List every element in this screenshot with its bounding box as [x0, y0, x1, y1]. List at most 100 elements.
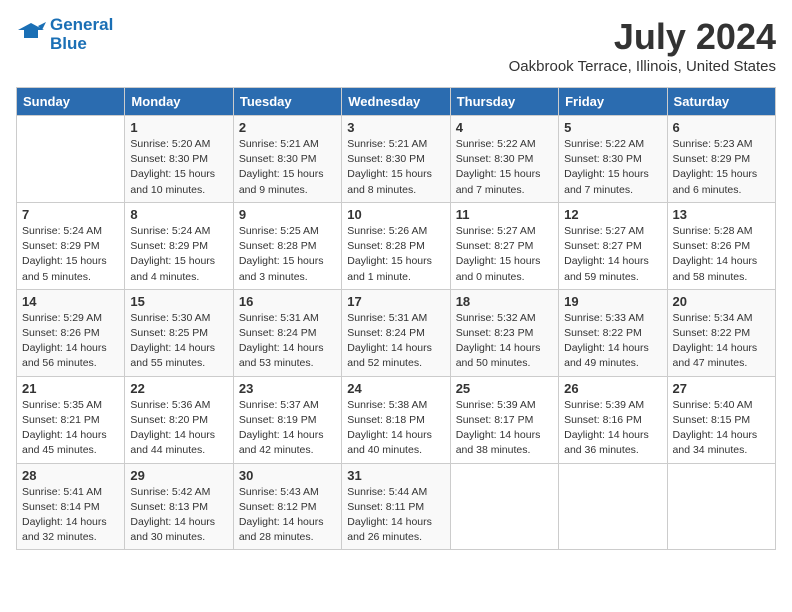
cell-detail: Daylight: 14 hours and 47 minutes.	[673, 341, 770, 371]
cell-detail: Sunset: 8:27 PM	[564, 239, 661, 254]
cell-detail: Daylight: 14 hours and 49 minutes.	[564, 341, 661, 371]
calendar-cell: 15 Sunrise: 5:30 AMSunset: 8:25 PMDayligh…	[125, 289, 233, 376]
day-number: 30	[239, 468, 336, 483]
cell-detail: Daylight: 15 hours and 7 minutes.	[456, 167, 553, 197]
cell-detail: Sunset: 8:16 PM	[564, 413, 661, 428]
cell-detail: Daylight: 15 hours and 3 minutes.	[239, 254, 336, 284]
calendar-cell	[667, 463, 775, 550]
cell-detail: Sunrise: 5:27 AM	[564, 224, 661, 239]
cell-detail: Daylight: 14 hours and 59 minutes.	[564, 254, 661, 284]
cell-info: Sunrise: 5:24 AMSunset: 8:29 PMDaylight:…	[130, 224, 227, 285]
cell-info: Sunrise: 5:38 AMSunset: 8:18 PMDaylight:…	[347, 398, 444, 459]
cell-detail: Daylight: 15 hours and 9 minutes.	[239, 167, 336, 197]
cell-detail: Sunrise: 5:39 AM	[564, 398, 661, 413]
cell-info: Sunrise: 5:43 AMSunset: 8:12 PMDaylight:…	[239, 485, 336, 546]
cell-detail: Daylight: 15 hours and 4 minutes.	[130, 254, 227, 284]
cell-detail: Sunset: 8:26 PM	[673, 239, 770, 254]
calendar-cell: 29Sunrise: 5:42 AMSunset: 8:13 PMDayligh…	[125, 463, 233, 550]
cell-info: Sunrise: 5:37 AMSunset: 8:19 PMDaylight:…	[239, 398, 336, 459]
cell-detail: Sunrise: 5:44 AM	[347, 485, 444, 500]
cell-detail: Daylight: 14 hours and 34 minutes.	[673, 428, 770, 458]
cell-detail: Sunrise: 5:31 AM	[239, 311, 336, 326]
cell-detail: Daylight: 14 hours and 56 minutes.	[22, 341, 119, 371]
cell-detail: Daylight: 15 hours and 10 minutes.	[130, 167, 227, 197]
cell-detail: Sunset: 8:25 PM	[130, 326, 227, 341]
cell-info: Sunrise: 5:20 AMSunset: 8:30 PMDaylight:…	[130, 137, 227, 198]
cell-detail: Sunrise: 5:36 AM	[130, 398, 227, 413]
calendar-cell: 16Sunrise: 5:31 AMSunset: 8:24 PMDayligh…	[233, 289, 341, 376]
cell-detail: Daylight: 14 hours and 42 minutes.	[239, 428, 336, 458]
page-header: General Blue July 2024 Oakbrook Terrace,…	[16, 16, 776, 75]
cell-detail: Sunset: 8:29 PM	[130, 239, 227, 254]
cell-detail: Daylight: 15 hours and 8 minutes.	[347, 167, 444, 197]
cell-info: Sunrise: 5:27 AMSunset: 8:27 PMDaylight:…	[456, 224, 553, 285]
day-number: 2	[239, 120, 336, 135]
cell-detail: Sunrise: 5:31 AM	[347, 311, 444, 326]
cell-info: Sunrise: 5:31 AMSunset: 8:24 PMDaylight:…	[347, 311, 444, 372]
calendar-cell: 22Sunrise: 5:36 AMSunset: 8:20 PMDayligh…	[125, 376, 233, 463]
cell-info: Sunrise: 5:39 AMSunset: 8:16 PMDaylight:…	[564, 398, 661, 459]
cell-detail: Daylight: 14 hours and 55 minutes.	[130, 341, 227, 371]
day-number: 14	[22, 294, 119, 309]
day-number: 28	[22, 468, 119, 483]
col-header-wednesday: Wednesday	[342, 88, 450, 116]
calendar-cell: 24Sunrise: 5:38 AMSunset: 8:18 PMDayligh…	[342, 376, 450, 463]
cell-detail: Sunset: 8:28 PM	[347, 239, 444, 254]
calendar-cell: 1Sunrise: 5:20 AMSunset: 8:30 PMDaylight…	[125, 116, 233, 203]
day-number: 10	[347, 207, 444, 222]
cell-info: Sunrise: 5:21 AMSunset: 8:30 PMDaylight:…	[347, 137, 444, 198]
cell-detail: Sunset: 8:30 PM	[239, 152, 336, 167]
calendar-cell: 9Sunrise: 5:25 AMSunset: 8:28 PMDaylight…	[233, 202, 341, 289]
day-number: 11	[456, 207, 553, 222]
cell-detail: Sunset: 8:30 PM	[130, 152, 227, 167]
week-row-2: 7 Sunrise: 5:24 AMSunset: 8:29 PMDaylight…	[17, 202, 776, 289]
cell-detail: Sunset: 8:13 PM	[130, 500, 227, 515]
day-number: 15	[130, 294, 227, 309]
cell-detail: Daylight: 14 hours and 52 minutes.	[347, 341, 444, 371]
cell-detail: Sunset: 8:20 PM	[130, 413, 227, 428]
cell-detail: Sunset: 8:15 PM	[673, 413, 770, 428]
week-row-1: 1Sunrise: 5:20 AMSunset: 8:30 PMDaylight…	[17, 116, 776, 203]
calendar-cell: 8Sunrise: 5:24 AMSunset: 8:29 PMDaylight…	[125, 202, 233, 289]
calendar-cell: 17Sunrise: 5:31 AMSunset: 8:24 PMDayligh…	[342, 289, 450, 376]
cell-detail: Daylight: 15 hours and 5 minutes.	[22, 254, 119, 284]
day-number: 31	[347, 468, 444, 483]
cell-detail: Daylight: 14 hours and 44 minutes.	[130, 428, 227, 458]
cell-detail: Daylight: 15 hours and 6 minutes.	[673, 167, 770, 197]
cell-info: Sunrise: 5:42 AMSunset: 8:13 PMDaylight:…	[130, 485, 227, 546]
col-header-tuesday: Tuesday	[233, 88, 341, 116]
cell-detail: Sunrise: 5:28 AM	[673, 224, 770, 239]
cell-detail: Sunrise: 5:43 AM	[239, 485, 336, 500]
day-number: 26	[564, 381, 661, 396]
calendar-cell: 25Sunrise: 5:39 AMSunset: 8:17 PMDayligh…	[450, 376, 558, 463]
calendar-cell: 19Sunrise: 5:33 AMSunset: 8:22 PMDayligh…	[559, 289, 667, 376]
cell-detail: Sunset: 8:29 PM	[673, 152, 770, 167]
cell-info: Sunrise: 5:22 AMSunset: 8:30 PMDaylight:…	[456, 137, 553, 198]
day-number: 7	[22, 207, 119, 222]
calendar-cell: 20Sunrise: 5:34 AMSunset: 8:22 PMDayligh…	[667, 289, 775, 376]
cell-detail: Daylight: 14 hours and 38 minutes.	[456, 428, 553, 458]
calendar-cell: 28Sunrise: 5:41 AMSunset: 8:14 PMDayligh…	[17, 463, 125, 550]
cell-info: Sunrise: 5:25 AMSunset: 8:28 PMDaylight:…	[239, 224, 336, 285]
calendar-cell: 23Sunrise: 5:37 AMSunset: 8:19 PMDayligh…	[233, 376, 341, 463]
calendar-cell	[17, 116, 125, 203]
cell-detail: Sunset: 8:30 PM	[456, 152, 553, 167]
week-row-3: 14 Sunrise: 5:29 AMSunset: 8:26 PMDayligh…	[17, 289, 776, 376]
week-row-5: 28Sunrise: 5:41 AMSunset: 8:14 PMDayligh…	[17, 463, 776, 550]
cell-detail: Sunset: 8:17 PM	[456, 413, 553, 428]
day-number: 6	[673, 120, 770, 135]
calendar-cell: 3Sunrise: 5:21 AMSunset: 8:30 PMDaylight…	[342, 116, 450, 203]
cell-detail: Sunrise: 5:21 AM	[347, 137, 444, 152]
col-header-thursday: Thursday	[450, 88, 558, 116]
cell-info: Sunrise: 5:44 AMSunset: 8:11 PMDaylight:…	[347, 485, 444, 546]
cell-info: Sunrise: 5:29 AMSunset: 8:26 PMDaylight:…	[22, 311, 119, 372]
cell-info: Sunrise: 5:30 AMSunset: 8:25 PMDaylight:…	[130, 311, 227, 372]
cell-info: Sunrise: 5:35 AMSunset: 8:21 PMDaylight:…	[22, 398, 119, 459]
cell-detail: Daylight: 14 hours and 28 minutes.	[239, 515, 336, 545]
calendar-cell: 11 Sunrise: 5:27 AMSunset: 8:27 PMDayligh…	[450, 202, 558, 289]
calendar-cell: 13Sunrise: 5:28 AMSunset: 8:26 PMDayligh…	[667, 202, 775, 289]
day-number: 25	[456, 381, 553, 396]
title-section: July 2024 Oakbrook Terrace, Illinois, Un…	[509, 16, 776, 75]
calendar-cell: 14 Sunrise: 5:29 AMSunset: 8:26 PMDayligh…	[17, 289, 125, 376]
calendar-cell: 7Sunrise: 5:24 AMSunset: 8:29 PMDaylight…	[17, 202, 125, 289]
